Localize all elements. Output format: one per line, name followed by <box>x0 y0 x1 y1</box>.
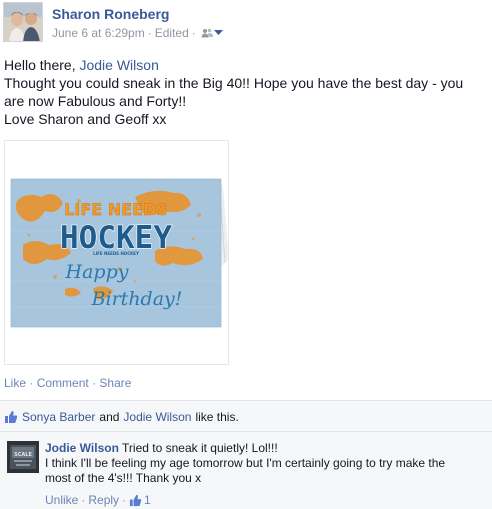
birthday-card-image: LIFE NEEDS HOCKEY LIFE NEEDS HOCKEY Happ… <box>5 141 228 364</box>
commenter-photo-text: SCALE <box>14 452 32 458</box>
audience-selector[interactable] <box>201 28 223 38</box>
feedback-section: Sonya Barber and Jodie Wilson like this.… <box>0 400 492 509</box>
commenter-photo-icon: SCALE <box>7 441 39 473</box>
message-line-2: Thought you could sneak in the Big 40!! … <box>4 75 464 91</box>
card-title-top: LIFE NEEDS <box>64 200 168 219</box>
comment-line-1: Jodie Wilson Tried to sneak it quietly! … <box>45 441 485 456</box>
comment-item: SCALE Jodie Wilson Tried to sneak it qui… <box>4 439 488 509</box>
comment-action-separator: · <box>122 493 127 507</box>
liker-name-2[interactable]: Jodie Wilson <box>123 410 191 424</box>
message-line-1: Hello there, Jodie Wilson <box>4 56 484 74</box>
author-avatar[interactable] <box>3 2 43 42</box>
comment-author-name[interactable]: Jodie Wilson <box>45 441 119 455</box>
post-header: Sharon Roneberg June 6 at 6:29pm · Edite… <box>3 2 483 44</box>
likes-summary: Sonya Barber and Jodie Wilson like this. <box>4 410 239 424</box>
post-actions: Like · Comment · Share <box>4 376 131 390</box>
ufi-divider <box>0 431 492 432</box>
story-post: Sharon Roneberg June 6 at 6:29pm · Edite… <box>0 0 492 509</box>
message-line-3: are now Fabulous and Forty!! <box>4 93 187 109</box>
action-separator: · <box>92 376 97 390</box>
liker-name-1[interactable]: Sonya Barber <box>22 410 95 424</box>
comment-body: Jodie Wilson Tried to sneak it quietly! … <box>45 441 485 486</box>
share-link[interactable]: Share <box>99 376 131 390</box>
chevron-down-icon <box>213 30 223 35</box>
card-line-happy: Happy <box>65 261 129 283</box>
greeting-text: Hello there, <box>4 57 80 73</box>
post-message: Hello there, Jodie Wilson Thought you co… <box>4 56 484 128</box>
unlike-link[interactable]: Unlike <box>45 493 78 507</box>
profile-photo-icon <box>4 3 42 41</box>
comment-text-2: I think I'll be feeling my age tomorrow … <box>45 456 446 470</box>
comment-like-count[interactable]: 1 <box>129 493 151 507</box>
card-line-birthday: Birthday! <box>91 288 183 310</box>
comment-text-3: most of the 4's!!! Thank you x <box>45 471 202 485</box>
message-line-4: Love Sharon and Geoff xx <box>4 111 167 127</box>
likes-and: and <box>99 410 120 424</box>
thumbs-up-icon <box>5 411 18 423</box>
comment-link[interactable]: Comment <box>37 376 89 390</box>
card-title-small: LIFE NEEDS HOCKEY <box>93 251 139 256</box>
comment-text-1: Tried to sneak it quietly! Lol!!! <box>122 441 278 455</box>
comment-action-separator: · <box>81 493 86 507</box>
like-link[interactable]: Like <box>4 376 26 390</box>
reply-link[interactable]: Reply <box>88 493 119 507</box>
meta-separator: · <box>147 26 152 40</box>
post-photo[interactable]: LIFE NEEDS HOCKEY LIFE NEEDS HOCKEY Happ… <box>4 140 229 365</box>
likes-suffix: like this. <box>195 410 239 424</box>
action-separator: · <box>29 376 34 390</box>
comment-like-number: 1 <box>144 493 151 507</box>
thumbs-up-icon <box>129 494 142 506</box>
friends-icon <box>201 28 213 38</box>
post-meta: June 6 at 6:29pm · Edited · <box>52 26 223 40</box>
post-author-name[interactable]: Sharon Roneberg <box>52 6 169 22</box>
meta-separator: · <box>191 26 196 40</box>
tagged-friend-link[interactable]: Jodie Wilson <box>79 57 158 73</box>
post-timestamp[interactable]: June 6 at 6:29pm <box>52 26 145 40</box>
edited-link[interactable]: Edited <box>155 26 189 40</box>
comment-actions: Unlike · Reply · 1 <box>45 493 151 507</box>
commenter-avatar[interactable]: SCALE <box>7 441 39 473</box>
